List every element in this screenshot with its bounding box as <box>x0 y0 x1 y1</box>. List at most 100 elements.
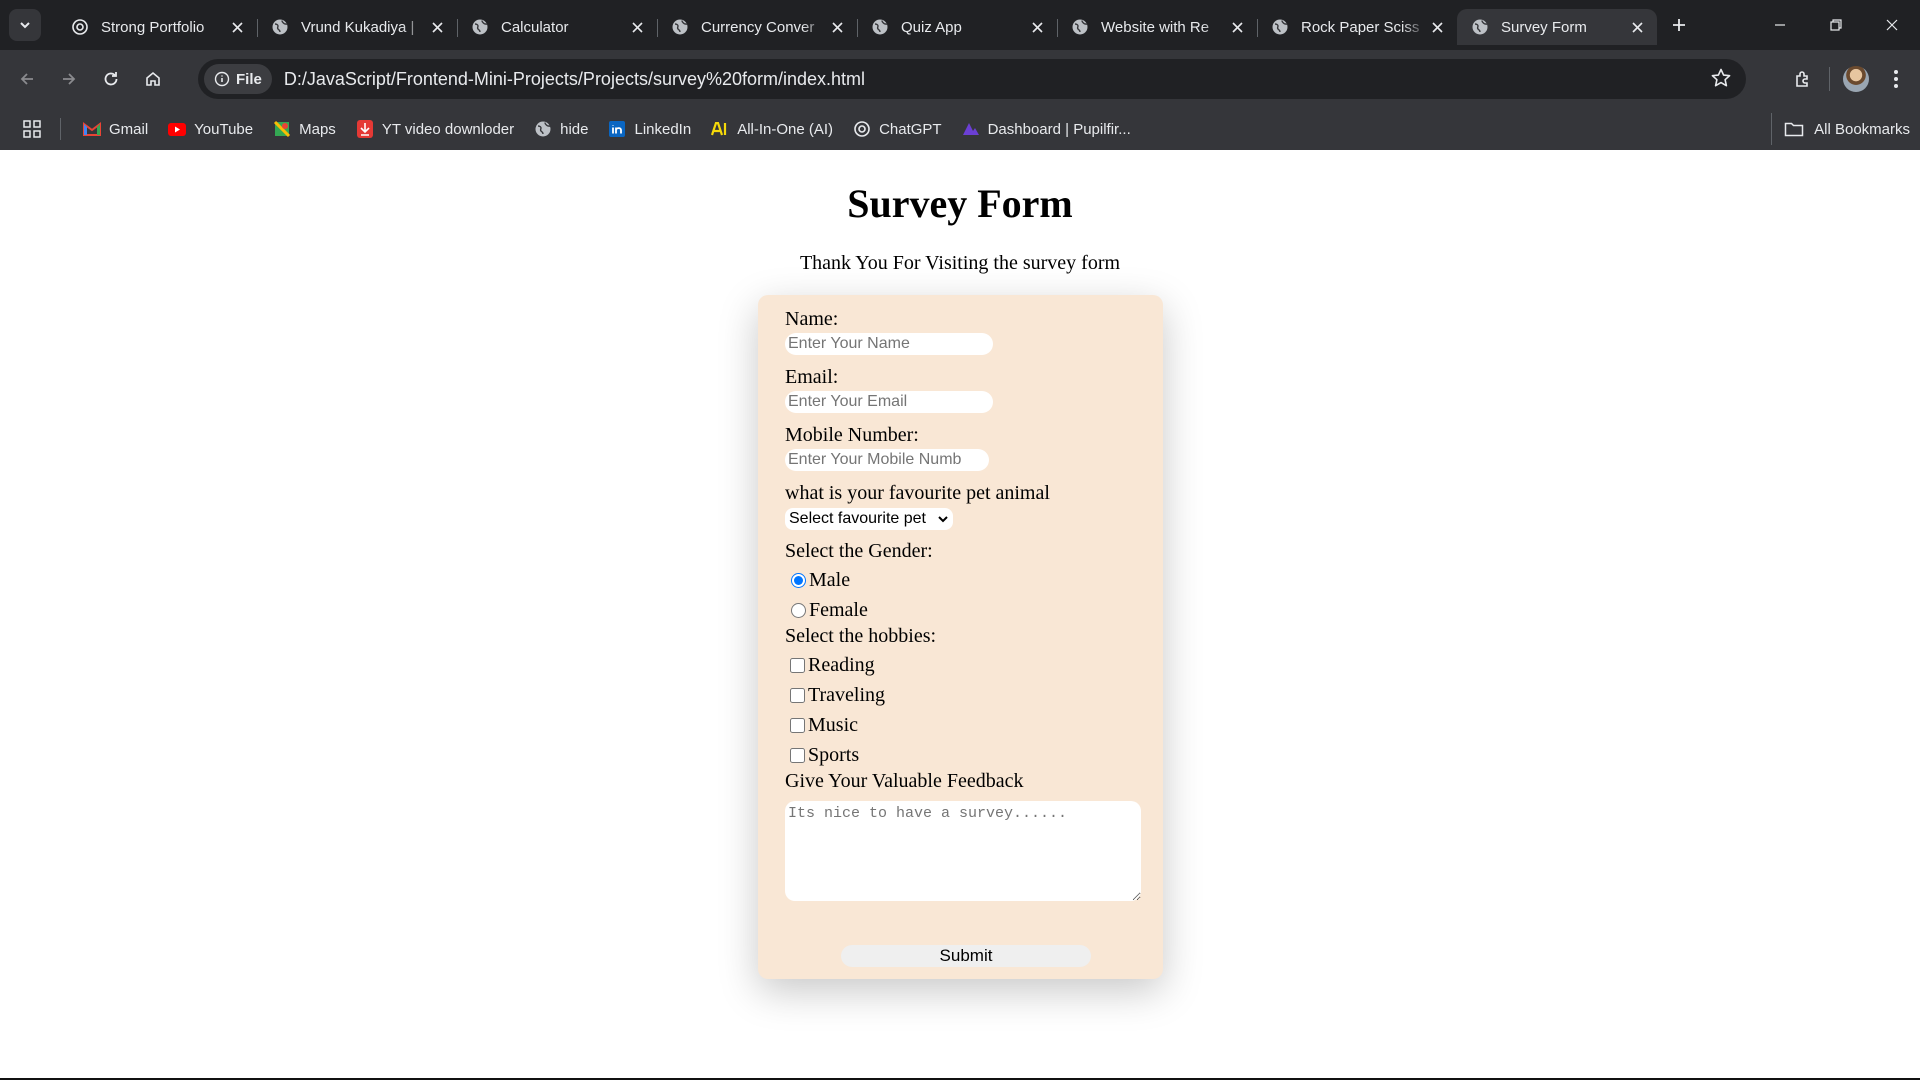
site-info-chip[interactable]: File <box>204 64 272 94</box>
tab-title: Calculator <box>501 18 569 36</box>
bookmark-item[interactable]: Gmail <box>73 113 158 145</box>
star-icon <box>1711 68 1731 87</box>
menu-button[interactable] <box>1878 59 1914 99</box>
bookmarks-bar: Gmail YouTube Maps YT video downloder hide Li… <box>0 108 1920 150</box>
page-title: Survey Form <box>847 181 1073 226</box>
address-bar[interactable]: File D:/JavaScript/Frontend-Mini-Project… <box>198 59 1746 99</box>
hobby-checkbox[interactable] <box>790 747 805 763</box>
dashboard-icon <box>962 120 980 138</box>
reload-button[interactable] <box>93 61 129 97</box>
bookmark-star-button[interactable] <box>1710 67 1732 94</box>
arrow-right-icon <box>63 73 76 85</box>
tab-close-button[interactable] <box>1627 17 1647 37</box>
hobby-checkbox[interactable] <box>790 657 805 673</box>
globe-icon <box>1271 18 1289 36</box>
close-icon <box>1031 21 1043 33</box>
bookmark-item[interactable]: YouTube <box>158 113 263 145</box>
openai-icon <box>71 18 89 36</box>
extensions-button[interactable] <box>1781 59 1825 99</box>
ai-icon <box>711 120 729 138</box>
minimize-button[interactable] <box>1752 0 1808 50</box>
globe-icon <box>1471 18 1489 36</box>
globe-icon <box>671 18 689 36</box>
all-bookmarks-label: All Bookmarks <box>1814 120 1910 138</box>
profile-button[interactable] <box>1834 59 1878 99</box>
hobby-option-label: Reading <box>808 653 875 676</box>
bookmark-label: YT video downloder <box>381 120 515 138</box>
all-bookmarks-button[interactable]: All Bookmarks <box>1771 113 1910 145</box>
email-input[interactable] <box>785 391 993 413</box>
hobby-option-label: Sports <box>808 743 860 766</box>
gender-option-label: Female <box>809 598 868 621</box>
bookmark-item[interactable]: Maps <box>263 113 346 145</box>
bookmark-item[interactable]: Dashboard | Pupilfir... <box>952 113 1141 145</box>
tab-title: Survey Form <box>1501 18 1587 36</box>
youtube-icon <box>168 120 187 138</box>
feedback-textarea[interactable] <box>785 801 1141 901</box>
home-button[interactable] <box>135 61 171 97</box>
pet-select[interactable]: Select favourite pet <box>785 508 953 530</box>
gender-label: Select the Gender: <box>785 540 933 562</box>
apps-button[interactable] <box>12 112 52 146</box>
browser-tab[interactable]: Strong Portfolio <box>57 9 257 45</box>
url-text[interactable]: D:/JavaScript/Frontend-Mini-Projects/Pro… <box>284 69 865 90</box>
chevron-down-icon <box>20 22 30 29</box>
back-button[interactable] <box>9 61 45 97</box>
hobby-option[interactable]: Reading <box>785 652 1163 678</box>
tab-list: Strong Portfolio Vrund Kukadiya | Calculat… <box>57 5 1657 45</box>
hobby-option[interactable]: Sports <box>785 742 1163 768</box>
hobby-option[interactable]: Music <box>785 712 1163 738</box>
bookmark-label: Maps <box>299 120 336 138</box>
tab-close-button[interactable] <box>1227 17 1247 37</box>
bookmark-item[interactable]: hide <box>524 113 598 145</box>
close-icon <box>631 21 643 33</box>
tab-close-button[interactable] <box>1027 17 1047 37</box>
bookmark-item[interactable]: LinkedIn <box>598 113 701 145</box>
restore-button[interactable] <box>1808 0 1864 50</box>
gender-option[interactable]: Male <box>785 567 1163 593</box>
tab-close-button[interactable] <box>827 17 847 37</box>
tab-title: Currency Conver <box>701 18 815 36</box>
gender-radio[interactable] <box>791 572 806 588</box>
mobile-input[interactable] <box>785 449 989 471</box>
linkedin-icon <box>608 120 626 138</box>
browser-tab[interactable]: Survey Form <box>1457 9 1657 45</box>
bookmark-item[interactable]: ChatGPT <box>843 113 952 145</box>
minimize-icon <box>1775 24 1785 26</box>
bookmark-item[interactable]: All-In-One (AI) <box>701 113 843 145</box>
hobby-option-label: Traveling <box>808 683 886 706</box>
browser-tab[interactable]: Currency Conver <box>657 9 857 45</box>
browser-tab[interactable]: Website with Re <box>1057 9 1257 45</box>
pet-label: what is your favourite pet animal <box>785 482 1050 504</box>
name-input[interactable] <box>785 333 993 355</box>
folder-icon <box>1784 122 1804 137</box>
close-window-button[interactable] <box>1864 0 1920 50</box>
tab-close-button[interactable] <box>227 17 247 37</box>
puzzle-icon <box>1796 71 1808 87</box>
survey-form: Name: Email: Mobile Number: what is your… <box>758 295 1163 979</box>
bookmark-item[interactable]: YT video downloder <box>346 113 524 145</box>
browser-tab[interactable]: Quiz App <box>857 9 1057 45</box>
bookmark-label: YouTube <box>194 120 254 138</box>
tab-close-button[interactable] <box>427 17 447 37</box>
tab-title: Website with Re <box>1101 18 1210 36</box>
close-icon <box>1886 19 1898 31</box>
tab-title: Strong Portfolio <box>101 18 205 36</box>
hobby-checkbox[interactable] <box>790 717 805 733</box>
hobby-checkbox[interactable] <box>790 687 805 703</box>
gender-radio[interactable] <box>791 602 806 618</box>
new-tab-button[interactable] <box>1663 9 1695 41</box>
forward-button[interactable] <box>51 61 87 97</box>
tab-close-button[interactable] <box>627 17 647 37</box>
browser-tab[interactable]: Rock Paper Sciss <box>1257 9 1457 45</box>
tab-search-button[interactable] <box>9 9 41 41</box>
tab-close-button[interactable] <box>1427 17 1447 37</box>
apps-grid-icon <box>23 120 41 138</box>
submit-button[interactable]: Submit <box>841 945 1091 967</box>
page-viewport: Survey Form Thank You For Visiting the s… <box>0 150 1920 1078</box>
gender-option[interactable]: Female <box>785 597 1163 623</box>
browser-tab[interactable]: Vrund Kukadiya | <box>257 9 457 45</box>
name-label: Name: <box>785 308 839 330</box>
hobby-option[interactable]: Traveling <box>785 682 1163 708</box>
browser-tab[interactable]: Calculator <box>457 9 657 45</box>
